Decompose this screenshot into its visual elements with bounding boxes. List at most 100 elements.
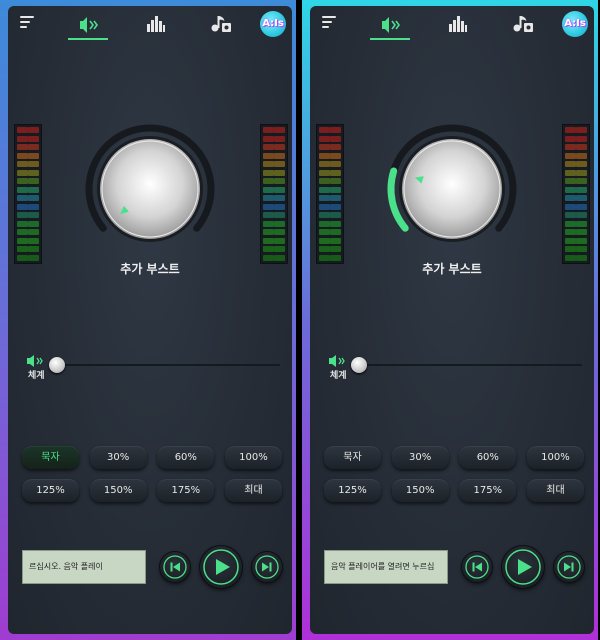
volume-slider-track[interactable]: [358, 364, 582, 366]
tab-volume[interactable]: [68, 14, 108, 40]
preset-button-60[interactable]: 60%: [459, 446, 517, 469]
vu-segment-row: [263, 161, 285, 168]
vu-segment-row: [565, 246, 587, 253]
preset-button-150[interactable]: 150%: [391, 479, 449, 502]
screen-right: A:Is 추가 부스트 체계 묵자 30% 60% 100% 125% 150%…: [302, 0, 598, 640]
volume-label: 체계: [330, 371, 347, 381]
vu-segment-row: [17, 246, 39, 253]
vu-segment-row: [17, 178, 39, 185]
next-button[interactable]: [554, 552, 584, 582]
vu-meter-left: [14, 124, 42, 264]
vu-segment-row: [565, 161, 587, 168]
speaker-volume-icon: [80, 17, 98, 33]
play-button[interactable]: [200, 546, 242, 588]
boost-knob[interactable]: [83, 122, 217, 256]
preset-button-150[interactable]: 150%: [89, 479, 147, 502]
tab-volume[interactable]: [370, 14, 410, 40]
vu-segment-row: [17, 212, 39, 219]
vu-segment-row: [565, 195, 587, 202]
vu-meter-left: [316, 124, 344, 264]
vu-segment-row: [565, 229, 587, 236]
preset-button-30[interactable]: 30%: [89, 446, 147, 469]
preset-button-mute[interactable]: 묵자: [324, 446, 381, 469]
vu-segment-row: [17, 127, 39, 134]
volume-slider-thumb[interactable]: [49, 357, 65, 373]
preset-button-100[interactable]: 100%: [526, 446, 584, 469]
vu-segment-row: [17, 186, 39, 194]
vu-segment-row: [263, 169, 285, 177]
volume-label: 체계: [28, 371, 45, 381]
music-player: 르십시오. 음악 플레이: [22, 546, 282, 594]
boost-label: 추가 부스트: [120, 262, 180, 276]
top-bar: A:Is: [8, 6, 292, 44]
preset-button-125[interactable]: 125%: [22, 479, 79, 502]
vu-segment-row: [565, 135, 587, 143]
vu-segment-row: [319, 135, 341, 143]
app-panel: A:Is 추가 부스트 체계 묵자 30% 60% 100% 125% 150%…: [8, 6, 292, 634]
avatar[interactable]: A:Is: [562, 11, 588, 37]
vu-segment-row: [263, 220, 285, 228]
vu-segment-row: [263, 229, 285, 236]
music-note-icon: [211, 16, 231, 32]
previous-button[interactable]: [462, 552, 492, 582]
now-playing-display[interactable]: 르십시오. 음악 플레이: [22, 550, 146, 584]
tab-music[interactable]: [210, 14, 232, 34]
preset-button-max[interactable]: 최대: [526, 479, 584, 502]
active-tab-indicator: [68, 38, 108, 40]
vu-segment-row: [319, 186, 341, 194]
preset-button-125[interactable]: 125%: [324, 479, 381, 502]
preset-button-mute[interactable]: 묵자: [22, 446, 79, 469]
avatar[interactable]: A:Is: [260, 11, 286, 37]
vu-segment-row: [319, 220, 341, 228]
volume-slider-track[interactable]: [56, 364, 280, 366]
vu-segment-row: [319, 203, 341, 211]
speaker-volume-icon: [382, 17, 400, 33]
vu-segment-row: [263, 144, 285, 151]
volume-slider-thumb[interactable]: [351, 357, 367, 373]
play-icon: [203, 549, 239, 585]
vu-segment-row: [17, 135, 39, 143]
vu-segment-row: [319, 169, 341, 177]
vu-segment-row: [565, 212, 587, 219]
preset-button-30[interactable]: 30%: [391, 446, 449, 469]
boost-knob[interactable]: [385, 122, 519, 256]
music-player: 음악 플레이어를 열려면 누르십: [324, 546, 584, 594]
hamburger-menu-icon[interactable]: [20, 16, 34, 31]
preset-button-100[interactable]: 100%: [224, 446, 282, 469]
vu-segment-row: [263, 186, 285, 194]
equalizer-bars-icon: [147, 16, 165, 32]
vu-segment-row: [263, 237, 285, 245]
preset-button-175[interactable]: 175%: [459, 479, 517, 502]
vu-segment-row: [17, 144, 39, 151]
preset-button-max[interactable]: 최대: [224, 479, 282, 502]
skip-next-icon: [255, 555, 279, 579]
preset-button-175[interactable]: 175%: [157, 479, 215, 502]
hamburger-menu-icon[interactable]: [322, 16, 336, 31]
vu-segment-row: [565, 169, 587, 177]
vu-segment-row: [565, 237, 587, 245]
tab-music[interactable]: [512, 14, 534, 34]
volume-icon: [27, 355, 43, 367]
tab-equalizer[interactable]: [448, 14, 468, 34]
top-bar: A:Is: [310, 6, 594, 44]
vu-segment-row: [319, 178, 341, 185]
previous-button[interactable]: [160, 552, 190, 582]
preset-button-60[interactable]: 60%: [157, 446, 215, 469]
play-button[interactable]: [502, 546, 544, 588]
active-tab-indicator: [370, 38, 410, 40]
skip-previous-icon: [465, 555, 489, 579]
boost-label: 추가 부스트: [422, 262, 482, 276]
vu-segment-row: [263, 246, 285, 253]
vu-segment-row: [565, 144, 587, 151]
vu-segment-row: [263, 178, 285, 185]
next-button[interactable]: [252, 552, 282, 582]
vu-segment-row: [319, 229, 341, 236]
screen-left: A:Is 추가 부스트 체계 묵자 30% 60% 100% 125% 150%…: [0, 0, 296, 640]
vu-segment-row: [565, 186, 587, 194]
tab-equalizer[interactable]: [146, 14, 166, 34]
vu-segment-row: [565, 203, 587, 211]
now-playing-display[interactable]: 음악 플레이어를 열려면 누르십: [324, 550, 448, 584]
vu-segment-row: [263, 212, 285, 219]
vu-segment-row: [17, 152, 39, 160]
vu-segment-row: [17, 220, 39, 228]
